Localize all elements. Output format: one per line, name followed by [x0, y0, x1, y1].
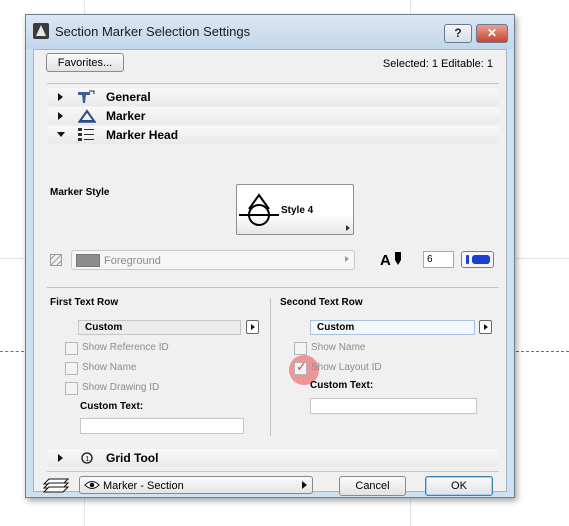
first-text-row-heading: First Text Row: [50, 297, 119, 308]
cancel-button[interactable]: Cancel: [339, 476, 406, 496]
layer-icon: [43, 478, 69, 493]
divider: [47, 83, 499, 84]
pen-color-dropdown[interactable]: Foreground: [71, 250, 355, 270]
dropdown-arrow-icon: [345, 256, 349, 262]
archicad-app-icon: [33, 23, 49, 39]
section-line-right: [516, 351, 569, 352]
marker-icon: [78, 109, 96, 123]
section-general-label: General: [106, 90, 151, 104]
text-style-button[interactable]: [461, 251, 494, 268]
expand-arrow-icon[interactable]: [58, 112, 63, 120]
title-bar[interactable]: Section Marker Selection Settings ? ✕: [26, 15, 514, 49]
close-button[interactable]: ✕: [476, 24, 508, 43]
second-row-type-dropdown[interactable]: Custom: [310, 320, 475, 335]
marker-style-picker[interactable]: Style 4: [236, 184, 354, 235]
first-show-name-checkbox[interactable]: [65, 362, 78, 375]
font-size-icon: A: [380, 252, 401, 268]
first-row-type-arrow-button[interactable]: [246, 320, 259, 334]
dialog-title: Section Marker Selection Settings: [55, 24, 251, 39]
favorites-button[interactable]: Favorites...: [46, 53, 124, 72]
marker-style-name: Style 4: [281, 205, 314, 216]
pen-color-swatch: [76, 254, 100, 267]
selection-status: Selected: 1 Editable: 1: [382, 58, 493, 70]
checkmark-icon: ✓: [296, 359, 307, 374]
help-button[interactable]: ?: [444, 24, 472, 43]
section-marker-head-label: Marker Head: [106, 128, 179, 142]
show-reference-id-label: Show Reference ID: [82, 342, 169, 353]
second-show-name-checkbox[interactable]: [294, 342, 307, 355]
section-grid-tool[interactable]: 1 Grid Tool: [47, 449, 499, 467]
second-custom-text-label: Custom Text:: [310, 380, 374, 391]
first-custom-text-input[interactable]: [80, 418, 244, 434]
marker-style-preview-icon: [239, 193, 279, 226]
show-layout-id-checkbox[interactable]: ✓: [294, 359, 307, 375]
show-reference-id-checkbox[interactable]: [65, 342, 78, 355]
divider: [47, 471, 499, 472]
style-picker-arrow-icon: [346, 225, 350, 231]
grid-tool-icon: 1: [81, 452, 93, 464]
show-drawing-id-checkbox[interactable]: [65, 382, 78, 395]
collapse-arrow-icon[interactable]: [57, 132, 65, 137]
settings-dialog: Section Marker Selection Settings ? ✕ Fa…: [25, 14, 515, 498]
ok-button[interactable]: OK: [425, 476, 493, 496]
show-drawing-id-label: Show Drawing ID: [82, 382, 160, 393]
second-custom-text-input[interactable]: [310, 398, 477, 414]
second-show-name-label: Show Name: [311, 342, 366, 353]
pen-color-label: Foreground: [104, 255, 161, 267]
section-marker-head[interactable]: Marker Head: [47, 126, 499, 144]
expand-arrow-icon[interactable]: [58, 93, 63, 101]
column-divider: [270, 298, 271, 436]
first-show-name-label: Show Name: [82, 362, 137, 373]
expand-arrow-icon[interactable]: [58, 454, 63, 462]
show-layout-id-label: Show Layout ID: [311, 362, 382, 373]
section-marker-label: Marker: [106, 109, 146, 123]
marker-head-icon: [78, 128, 94, 141]
first-row-type-dropdown[interactable]: Custom: [78, 320, 241, 335]
pen-hatch-icon: [50, 254, 62, 266]
eye-icon: [84, 481, 100, 489]
second-text-row-heading: Second Text Row: [280, 297, 363, 308]
dialog-client-area: Favorites... Selected: 1 Editable: 1 Gen…: [33, 49, 507, 496]
section-line-left: [0, 351, 24, 352]
font-size-input[interactable]: 6: [423, 251, 454, 268]
general-settings-icon: [78, 90, 95, 103]
section-grid-tool-label: Grid Tool: [106, 451, 159, 465]
view-dropdown-label: Marker - Section: [103, 480, 184, 492]
divider: [47, 287, 499, 288]
svg-text:1: 1: [85, 456, 89, 463]
svg-text:A: A: [380, 252, 391, 268]
view-dropdown[interactable]: Marker - Section: [79, 476, 313, 494]
marker-style-label: Marker Style: [50, 187, 110, 198]
text-style-bar-icon: [466, 255, 469, 264]
section-marker[interactable]: Marker: [47, 107, 499, 125]
second-row-type-arrow-button[interactable]: [479, 320, 492, 334]
text-style-block-icon: [472, 255, 490, 264]
section-general[interactable]: General: [47, 88, 499, 106]
first-custom-text-label: Custom Text:: [80, 401, 144, 412]
dropdown-arrow-icon: [302, 481, 307, 489]
